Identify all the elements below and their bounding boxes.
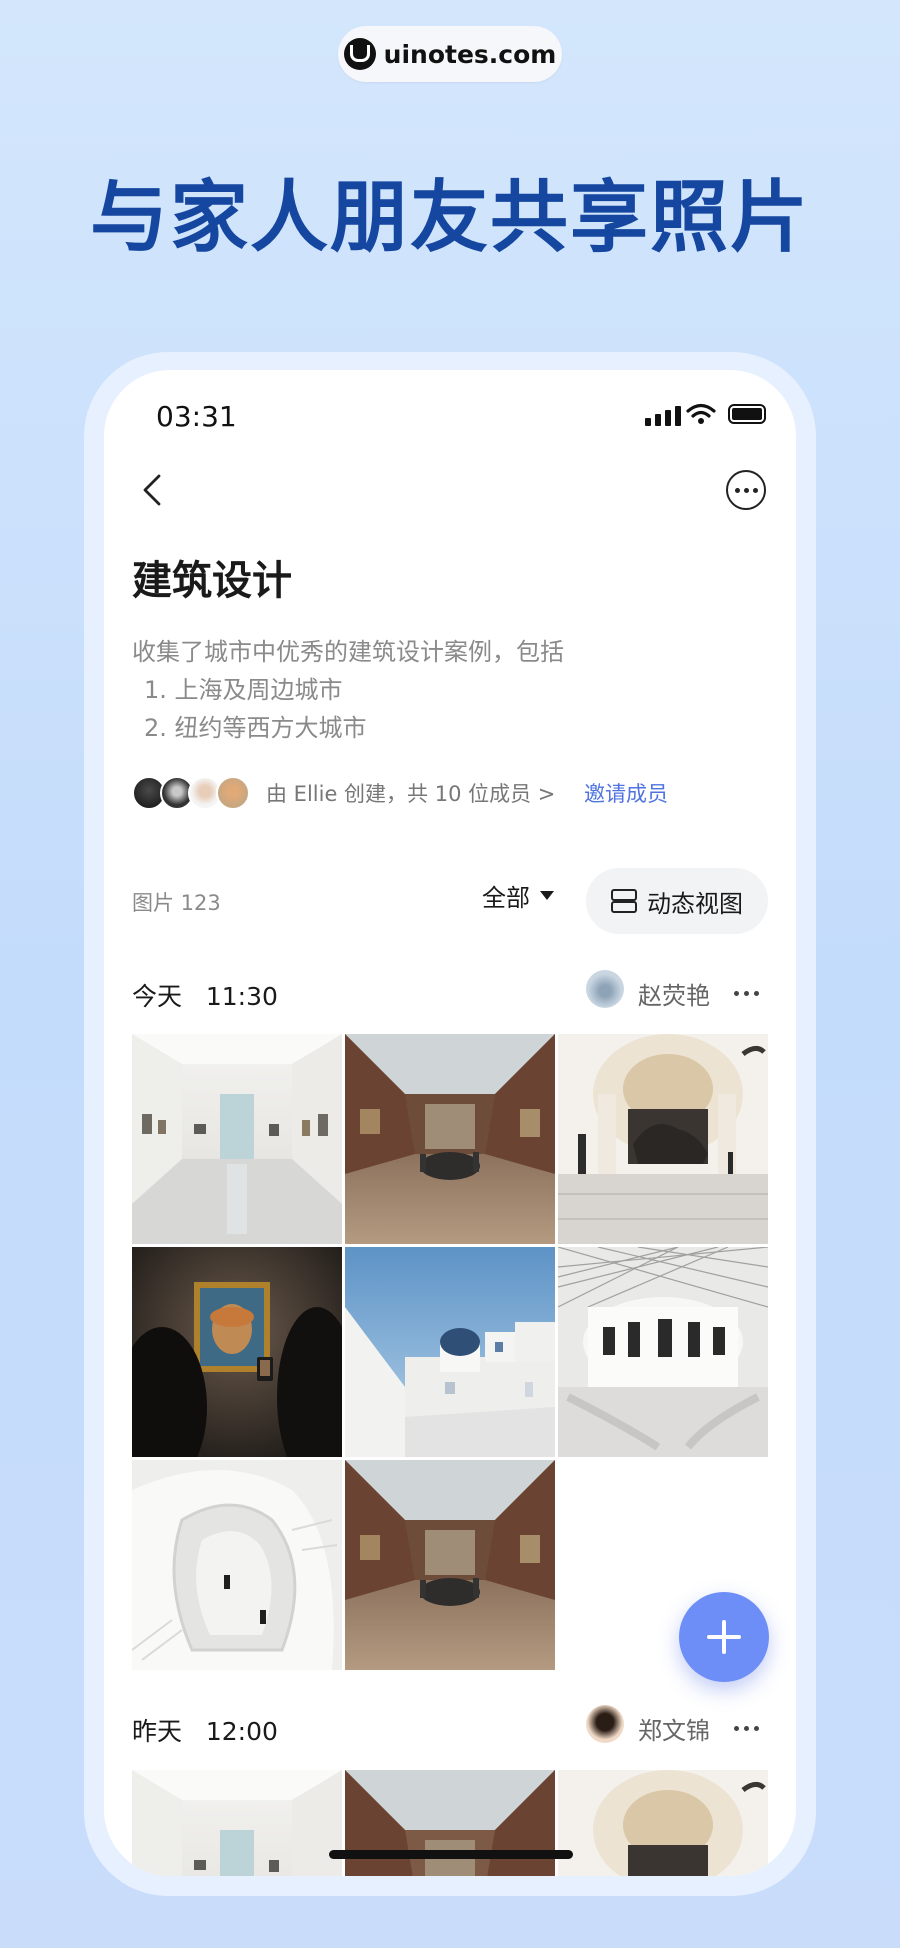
promo-headline: 与家人朋友共享照片: [89, 173, 810, 263]
avatar: [216, 776, 250, 810]
uploader-name: 赵荧艳: [638, 982, 710, 1010]
home-indicator: [329, 1850, 573, 1859]
invite-members-link[interactable]: 邀请成员: [584, 778, 668, 808]
album-description-line: 收集了城市中优秀的建筑设计案例，包括: [132, 638, 564, 666]
album-description-line: 1. 上海及周边城市: [144, 676, 343, 704]
photo-thumbnail-louvre-hall[interactable]: [345, 1770, 555, 1876]
photo-thumbnail-natural-history-dome[interactable]: [558, 1770, 768, 1876]
photo-thumbnail-van-gogh-portrait[interactable]: [132, 1247, 342, 1457]
photo-thumbnail-santorini-church[interactable]: [345, 1247, 555, 1457]
photo-thumbnail-white-gallery[interactable]: [132, 1770, 342, 1876]
members-summary-link[interactable]: 由 Ellie 创建，共 10 位成员 >: [266, 778, 555, 808]
status-time: 03:31: [156, 400, 237, 433]
view-mode-button[interactable]: 动态视图: [586, 868, 768, 934]
uploader-name: 郑文锦: [638, 1717, 710, 1745]
uploader-avatar[interactable]: [586, 970, 624, 1008]
photo-count: 图片 123: [132, 891, 221, 915]
more-circle-icon[interactable]: [726, 470, 766, 510]
cellular-signal-icon: [645, 406, 681, 426]
group-date: 今天 11:30: [132, 982, 278, 1011]
photo-thumbnail-louvre-hall[interactable]: [345, 1460, 555, 1670]
filter-label: 全部: [482, 884, 530, 912]
album-description-line: 2. 纽约等西方大城市: [144, 714, 367, 742]
group-more-icon[interactable]: [734, 1726, 759, 1731]
filter-dropdown[interactable]: 全部: [482, 878, 554, 913]
caret-down-icon: [540, 891, 554, 900]
group-more-icon[interactable]: [734, 991, 759, 996]
photo-thumbnail-louvre-hall[interactable]: [345, 1034, 555, 1244]
photo-thumbnail-natural-history-dome[interactable]: [558, 1034, 768, 1244]
uploader-avatar[interactable]: [586, 1705, 624, 1743]
battery-icon: [728, 404, 766, 424]
brand-pill: uinotes.com: [338, 26, 562, 82]
back-chevron-left-icon[interactable]: [134, 470, 174, 510]
photo-thumbnail-spiral-staircase[interactable]: [132, 1460, 342, 1670]
phone-screen: 03:31 建筑设计 收集了城市中优秀的建筑设计案例，包括 1. 上海及周边城市…: [104, 370, 796, 1876]
uinotes-logo-icon: [343, 38, 376, 70]
group-date: 昨天 12:00: [132, 1717, 278, 1746]
wifi-icon: [686, 403, 716, 424]
view-mode-label: 动态视图: [647, 889, 743, 918]
album-title: 建筑设计: [132, 558, 292, 604]
photo-thumbnail-white-gallery[interactable]: [132, 1034, 342, 1244]
layout-rows-icon: [611, 889, 637, 913]
add-photo-button[interactable]: [679, 1592, 769, 1682]
member-avatars[interactable]: [132, 776, 262, 810]
photo-thumbnail-british-museum-court[interactable]: [558, 1247, 768, 1457]
brand-name: uinotes.com: [383, 39, 557, 69]
